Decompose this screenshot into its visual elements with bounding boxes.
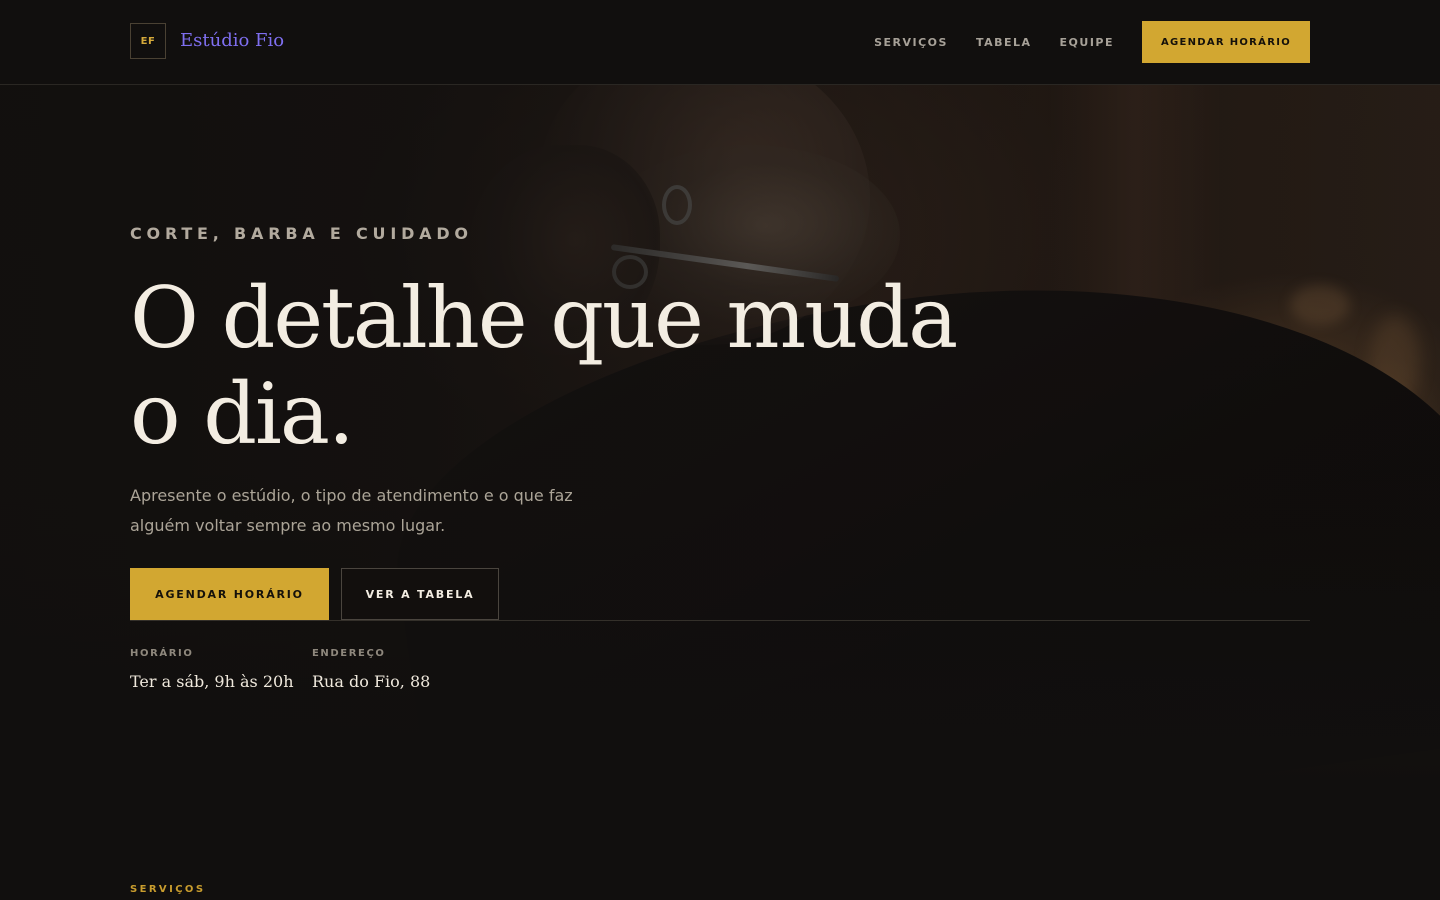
site-header: EF Estúdio Fio SERVIÇOS TABELA EQUIPE AG… (0, 0, 1440, 85)
info-divider (130, 620, 1310, 621)
hero-subtitle: Apresente o estúdio, o tipo de atendimen… (130, 486, 573, 535)
nav-link-tabela[interactable]: TABELA (976, 36, 1032, 49)
address-info: ENDEREÇO Rua do Fio, 88 (312, 646, 430, 692)
hero-title: O detalhe que muda o dia. (130, 270, 1030, 462)
hero-eyebrow: CORTE, BARBA E CUIDADO (130, 224, 473, 243)
address-label: ENDEREÇO (312, 648, 386, 659)
hours-label: HORÁRIO (130, 648, 194, 659)
nav-link-equipe[interactable]: EQUIPE (1060, 36, 1114, 49)
brand-name-link[interactable]: Estúdio Fio (180, 29, 284, 53)
nav-link-servicos[interactable]: SERVIÇOS (874, 36, 948, 49)
main-nav: SERVIÇOS TABELA EQUIPE AGENDAR HORÁRIO (874, 21, 1310, 63)
header-book-button[interactable]: AGENDAR HORÁRIO (1142, 21, 1310, 63)
address-value: Rua do Fio, 88 (312, 672, 431, 691)
hero-title-line-1: O detalhe que muda (130, 269, 958, 367)
logo-mark[interactable]: EF (130, 23, 166, 59)
hero-title-line-2: o dia. (130, 365, 355, 463)
hours-info: HORÁRIO Ter a sáb, 9h às 20h (130, 646, 294, 692)
view-pricing-button[interactable]: VER A TABELA (341, 568, 499, 620)
hours-value: Ter a sáb, 9h às 20h (130, 672, 294, 691)
book-appointment-button[interactable]: AGENDAR HORÁRIO (130, 568, 329, 620)
services-section-eyebrow: SERVIÇOS (130, 884, 206, 895)
